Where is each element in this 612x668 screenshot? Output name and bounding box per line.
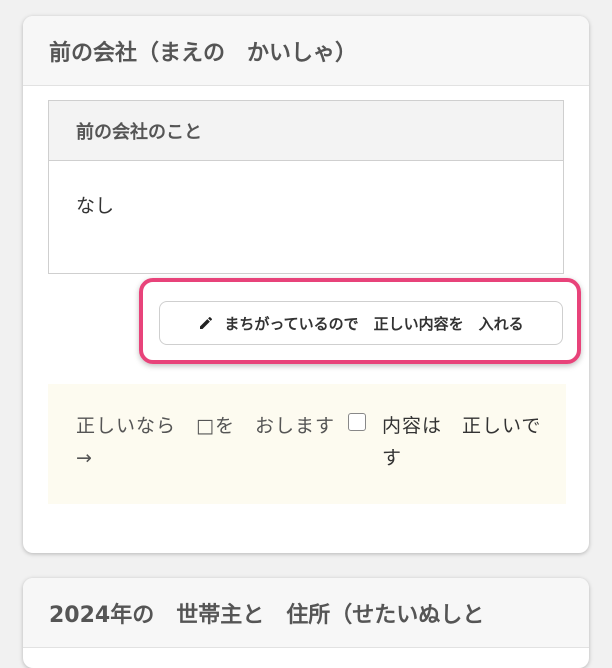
previous-company-card: 前の会社（まえの かいしゃ） 前の会社のこと なし まちがっているので 正しい内… (23, 16, 589, 553)
household-address-card: 2024年の 世帯主と 住所（せたいぬしと (23, 578, 589, 668)
confirm-box: 正しいなら □を おします → 内容は 正しいです (48, 384, 566, 504)
edit-button-label: まちがっているので 正しい内容を 入れる (224, 314, 524, 333)
confirm-checkbox-label[interactable]: 内容は 正しいです (382, 410, 558, 474)
table-value: なし (76, 195, 115, 217)
table-header: 前の会社のこと (49, 101, 563, 161)
pencil-icon (200, 316, 213, 329)
confirm-checkbox-row[interactable]: 内容は 正しいです (348, 410, 558, 474)
section-title: 前の会社（まえの かいしゃ） (23, 16, 589, 86)
edit-content-button[interactable]: まちがっているので 正しい内容を 入れる (159, 301, 563, 345)
confirm-checkbox[interactable] (348, 413, 366, 431)
confirm-instruction: 正しいなら □を おします → (76, 415, 355, 469)
previous-company-table: 前の会社のこと なし (48, 100, 564, 274)
